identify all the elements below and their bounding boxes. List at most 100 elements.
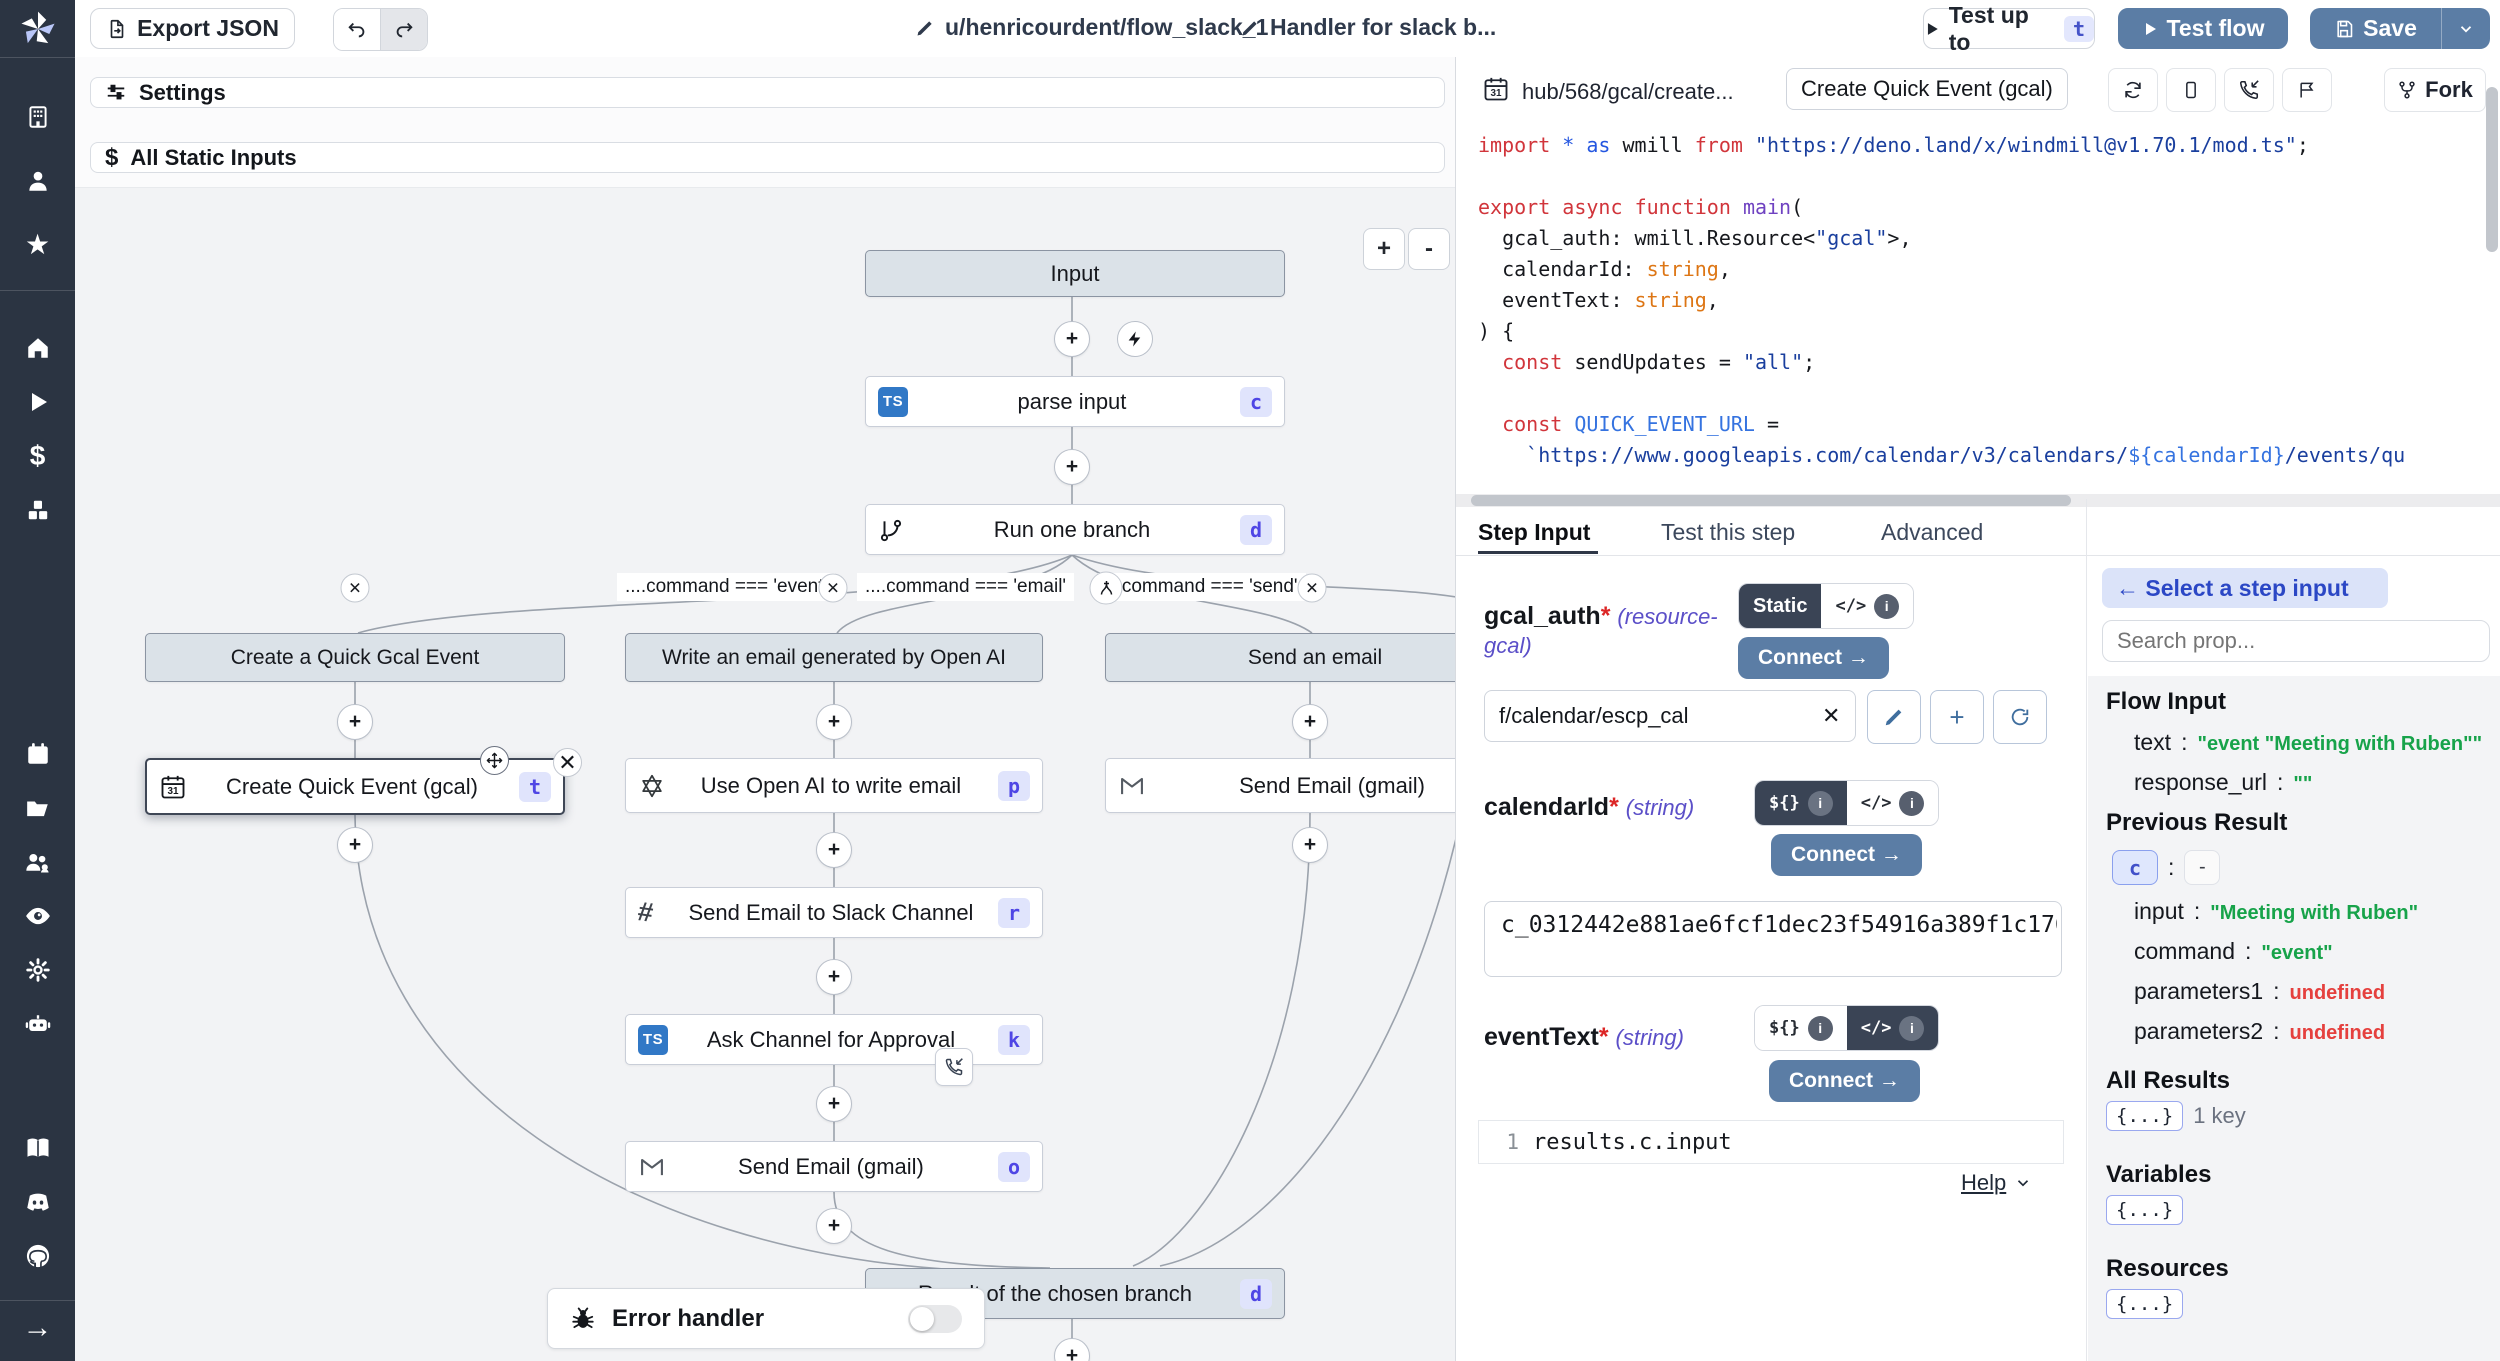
search-prop-input[interactable] xyxy=(2102,620,2490,662)
delete-branch-button[interactable]: ✕ xyxy=(1298,574,1327,603)
insert-step-button[interactable]: + xyxy=(816,1208,852,1244)
insert-step-button[interactable]: + xyxy=(816,959,852,995)
event-text-connect-button[interactable]: Connect → xyxy=(1769,1060,1920,1102)
branch-condition-event[interactable]: ....command === 'event' xyxy=(617,573,835,601)
settings-gear-icon[interactable] xyxy=(0,943,75,997)
flow-node-input[interactable]: Input xyxy=(865,250,1285,297)
edit-resource-button[interactable] xyxy=(1867,690,1921,744)
flow-node-parse-input[interactable]: TS parse input c xyxy=(865,376,1285,427)
flow-node-run-one-branch[interactable]: Run one branch d xyxy=(865,504,1285,555)
calendar-id-connect-button[interactable]: Connect → xyxy=(1771,834,1922,876)
groups-users-icon[interactable] xyxy=(0,835,75,889)
user-icon[interactable] xyxy=(0,154,75,208)
branch-header-gcal[interactable]: Create a Quick Gcal Event xyxy=(145,633,565,682)
redo-button[interactable] xyxy=(381,9,427,50)
interp-mode-segment[interactable]: ${}i xyxy=(1755,781,1847,825)
error-handler-toggle[interactable] xyxy=(908,1305,962,1333)
flow-node-slack-channel[interactable]: # Send Email to Slack Channel r xyxy=(625,887,1043,938)
insert-step-button[interactable]: + xyxy=(337,827,373,863)
flow-node-create-quick-event[interactable]: 31 Create Quick Event (gcal) t ✕ xyxy=(145,758,565,815)
insert-step-button[interactable]: + xyxy=(337,704,373,740)
breadcrumb-summary[interactable]: Handler for slack b... xyxy=(1240,14,1496,41)
refresh-resource-button[interactable] xyxy=(1993,690,2047,744)
export-json-button[interactable]: Export JSON xyxy=(90,8,295,49)
info-icon[interactable]: i xyxy=(1808,1016,1833,1041)
test-flow-button[interactable]: Test flow xyxy=(2118,8,2288,49)
info-icon[interactable]: i xyxy=(1808,791,1833,816)
prop-row[interactable]: response_url: "" xyxy=(2134,769,2500,796)
code-vscrollbar-thumb[interactable] xyxy=(2486,87,2498,252)
help-link[interactable]: Help xyxy=(1961,1170,2032,1196)
hub-script-path[interactable]: hub/568/gcal/create... xyxy=(1522,79,1734,105)
audit-eye-icon[interactable] xyxy=(0,889,75,943)
fork-button[interactable]: Fork xyxy=(2384,68,2486,112)
move-node-handle[interactable] xyxy=(480,746,509,775)
prop-row[interactable]: text: "event "Meeting with Ruben"" xyxy=(2134,729,2500,756)
prop-row[interactable]: parameters2: undefined xyxy=(2134,1018,2500,1045)
suspend-phone-button[interactable] xyxy=(2224,68,2274,112)
code-hscrollbar-thumb[interactable] xyxy=(1471,495,2071,506)
insert-step-button[interactable]: + xyxy=(1292,827,1328,863)
branch-header-email[interactable]: Write an email generated by Open AI xyxy=(625,633,1043,682)
insert-step-button[interactable]: + xyxy=(1054,321,1090,357)
gcal-auth-connect-button[interactable]: Connect → xyxy=(1738,637,1889,679)
docs-book-icon[interactable] xyxy=(0,1121,75,1175)
select-step-input-banner[interactable]: ← Select a step input xyxy=(2102,568,2388,608)
prop-row[interactable]: command: "event" xyxy=(2134,938,2500,965)
gcal-auth-resource-input[interactable] xyxy=(1484,690,1856,742)
calendar-id-value-editor[interactable]: c_0312442e881ae6fcf1dec23f54916a389f1c17… xyxy=(1484,901,2062,977)
add-resource-button[interactable]: + xyxy=(1930,690,1984,744)
schedules-calendar-icon[interactable] xyxy=(0,727,75,781)
expr-mode-segment[interactable]: </>i xyxy=(1847,781,1939,825)
save-dropdown-button[interactable] xyxy=(2442,8,2490,49)
undo-button[interactable] xyxy=(334,9,380,50)
step-id-badge[interactable]: c xyxy=(2112,850,2158,885)
resources-cubes-icon[interactable] xyxy=(0,483,75,537)
sleep-flag-button[interactable] xyxy=(2282,68,2332,112)
info-icon[interactable]: i xyxy=(1899,791,1924,816)
event-text-expr-editor[interactable]: 1 results.c.input xyxy=(1478,1120,2064,1164)
insert-step-button[interactable]: + xyxy=(816,704,852,740)
discord-icon[interactable] xyxy=(0,1175,75,1229)
clear-resource-icon[interactable]: ✕ xyxy=(1822,703,1840,729)
code-editor[interactable]: import * as wmill from "https://deno.lan… xyxy=(1478,130,2498,490)
interp-mode-segment[interactable]: ${}i xyxy=(1755,1006,1847,1050)
insert-step-button[interactable]: + xyxy=(1292,704,1328,740)
folders-icon[interactable] xyxy=(0,781,75,835)
delete-node-button[interactable]: ✕ xyxy=(553,748,582,777)
add-branch-button[interactable] xyxy=(1090,572,1123,605)
prop-row[interactable]: parameters1: undefined xyxy=(2134,978,2500,1005)
delete-branch-button[interactable]: ✕ xyxy=(341,574,370,603)
delete-branch-button[interactable]: ✕ xyxy=(819,574,848,603)
box-button[interactable] xyxy=(2166,68,2216,112)
favorites-star-icon[interactable]: ★ xyxy=(0,218,75,272)
expr-mode-segment[interactable]: </>i xyxy=(1821,584,1913,628)
windmill-logo[interactable] xyxy=(0,0,75,57)
flow-node-send-email-gmail[interactable]: Send Email (gmail) o xyxy=(625,1141,1043,1192)
insert-step-button[interactable]: + xyxy=(816,832,852,868)
save-button[interactable]: Save xyxy=(2310,8,2441,49)
insert-step-button[interactable]: + xyxy=(1054,449,1090,485)
expand-json-chip[interactable]: {...} xyxy=(2106,1289,2183,1319)
expand-json-chip[interactable]: {...} xyxy=(2106,1101,2183,1131)
flow-node-openai-write-email[interactable]: Use Open AI to write email p xyxy=(625,758,1043,813)
expr-mode-segment[interactable]: </>i xyxy=(1847,1006,1939,1050)
workspace-icon[interactable] xyxy=(0,90,75,144)
step-name-input[interactable] xyxy=(1786,68,2068,110)
runs-play-icon[interactable] xyxy=(0,375,75,429)
static-mode-segment[interactable]: Static xyxy=(1739,584,1821,628)
insert-step-button[interactable]: + xyxy=(816,1086,852,1122)
breadcrumb-path[interactable]: u/henricourdent/flow_slack_1 xyxy=(915,14,1268,41)
flow-node-ask-approval[interactable]: TS Ask Channel for Approval k xyxy=(625,1014,1043,1065)
expand-arrow-icon[interactable]: → xyxy=(0,1301,75,1355)
reload-script-button[interactable] xyxy=(2108,68,2158,112)
home-icon[interactable] xyxy=(0,321,75,375)
collapse-button[interactable]: - xyxy=(2184,850,2220,885)
workers-robot-icon[interactable] xyxy=(0,997,75,1051)
info-icon[interactable]: i xyxy=(1874,594,1899,619)
github-icon[interactable] xyxy=(0,1229,75,1283)
branch-condition-send[interactable]: ...command === 'send' xyxy=(1098,573,1306,601)
branch-condition-email[interactable]: ....command === 'email' xyxy=(857,573,1074,601)
variables-dollar-icon[interactable]: $ xyxy=(0,429,75,483)
suspend-approval-button[interactable] xyxy=(935,1048,973,1086)
